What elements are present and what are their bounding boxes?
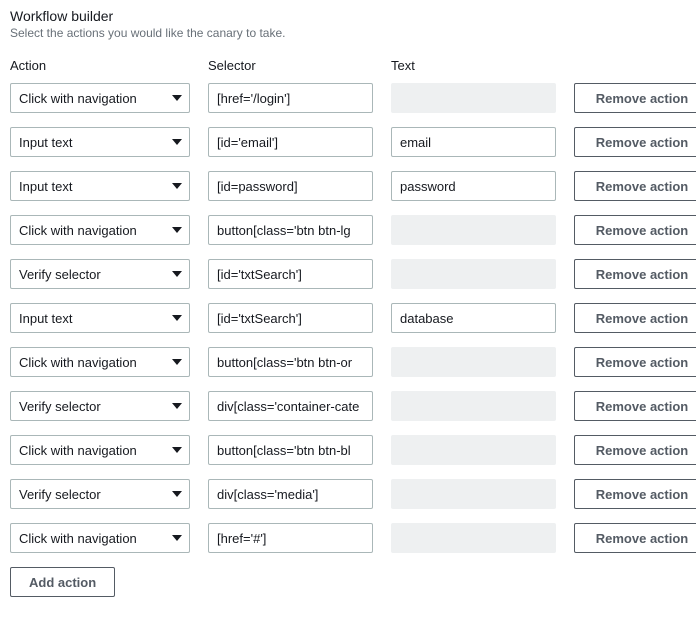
add-action-button[interactable]: Add action	[10, 567, 115, 597]
selector-input[interactable]	[208, 259, 373, 289]
action-select-wrap: Click with navigationInput textVerify se…	[10, 479, 190, 509]
remove-action-button[interactable]: Remove action	[574, 391, 696, 421]
action-select-wrap: Click with navigationInput textVerify se…	[10, 127, 190, 157]
remove-action-button[interactable]: Remove action	[574, 479, 696, 509]
remove-action-button[interactable]: Remove action	[574, 347, 696, 377]
text-input	[391, 83, 556, 113]
action-select-wrap: Click with navigationInput textVerify se…	[10, 303, 190, 333]
remove-action-button[interactable]: Remove action	[574, 83, 696, 113]
action-select[interactable]: Click with navigationInput textVerify se…	[10, 391, 190, 421]
text-input[interactable]	[391, 303, 556, 333]
selector-input[interactable]	[208, 303, 373, 333]
column-header-text: Text	[391, 58, 556, 73]
action-select[interactable]: Click with navigationInput textVerify se…	[10, 171, 190, 201]
action-select[interactable]: Click with navigationInput textVerify se…	[10, 127, 190, 157]
remove-action-button[interactable]: Remove action	[574, 435, 696, 465]
text-input	[391, 259, 556, 289]
selector-input[interactable]	[208, 479, 373, 509]
text-input[interactable]	[391, 171, 556, 201]
selector-input[interactable]	[208, 347, 373, 377]
action-select[interactable]: Click with navigationInput textVerify se…	[10, 259, 190, 289]
text-input	[391, 391, 556, 421]
action-select-wrap: Click with navigationInput textVerify se…	[10, 435, 190, 465]
workflow-grid: Action Selector Text Click with navigati…	[10, 58, 686, 553]
text-input	[391, 215, 556, 245]
remove-action-button[interactable]: Remove action	[574, 127, 696, 157]
action-select-wrap: Click with navigationInput textVerify se…	[10, 215, 190, 245]
action-select-wrap: Click with navigationInput textVerify se…	[10, 523, 190, 553]
remove-action-button[interactable]: Remove action	[574, 523, 696, 553]
text-input	[391, 347, 556, 377]
action-select-wrap: Click with navigationInput textVerify se…	[10, 347, 190, 377]
remove-action-button[interactable]: Remove action	[574, 215, 696, 245]
selector-input[interactable]	[208, 435, 373, 465]
action-select[interactable]: Click with navigationInput textVerify se…	[10, 435, 190, 465]
section-title: Workflow builder	[10, 8, 686, 24]
action-select-wrap: Click with navigationInput textVerify se…	[10, 83, 190, 113]
selector-input[interactable]	[208, 215, 373, 245]
column-header-action: Action	[10, 58, 190, 73]
action-select[interactable]: Click with navigationInput textVerify se…	[10, 523, 190, 553]
action-select[interactable]: Click with navigationInput textVerify se…	[10, 303, 190, 333]
selector-input[interactable]	[208, 83, 373, 113]
section-subtitle: Select the actions you would like the ca…	[10, 26, 686, 40]
remove-action-button[interactable]: Remove action	[574, 259, 696, 289]
action-select-wrap: Click with navigationInput textVerify se…	[10, 171, 190, 201]
column-header-selector: Selector	[208, 58, 373, 73]
text-input	[391, 435, 556, 465]
action-select-wrap: Click with navigationInput textVerify se…	[10, 391, 190, 421]
text-input	[391, 523, 556, 553]
text-input[interactable]	[391, 127, 556, 157]
selector-input[interactable]	[208, 391, 373, 421]
selector-input[interactable]	[208, 171, 373, 201]
remove-action-button[interactable]: Remove action	[574, 171, 696, 201]
action-select[interactable]: Click with navigationInput textVerify se…	[10, 347, 190, 377]
action-select[interactable]: Click with navigationInput textVerify se…	[10, 215, 190, 245]
selector-input[interactable]	[208, 523, 373, 553]
selector-input[interactable]	[208, 127, 373, 157]
action-select[interactable]: Click with navigationInput textVerify se…	[10, 479, 190, 509]
text-input	[391, 479, 556, 509]
remove-action-button[interactable]: Remove action	[574, 303, 696, 333]
action-select[interactable]: Click with navigationInput textVerify se…	[10, 83, 190, 113]
action-select-wrap: Click with navigationInput textVerify se…	[10, 259, 190, 289]
